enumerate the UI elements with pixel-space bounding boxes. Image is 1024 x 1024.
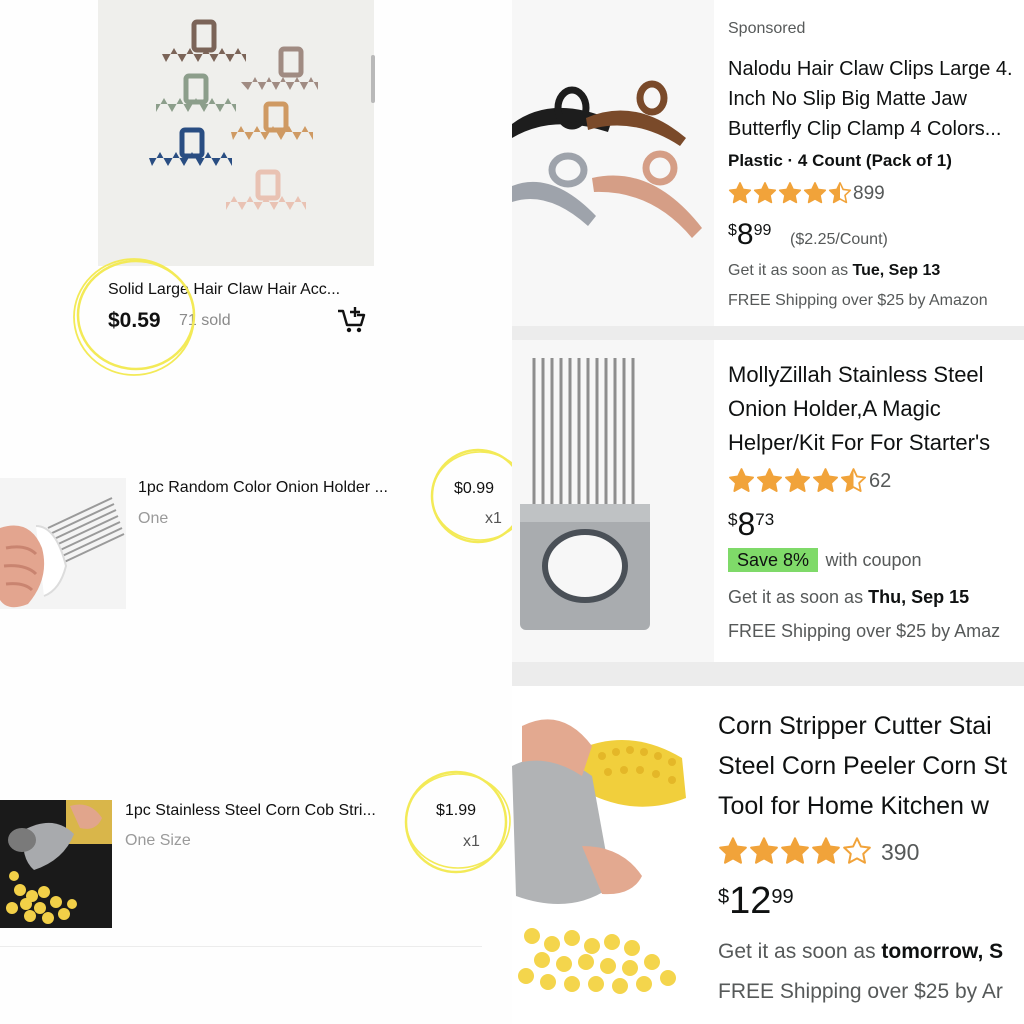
product-title-line[interactable]: MollyZillah Stainless Steel (728, 362, 984, 388)
sponsored-label: Sponsored (728, 20, 806, 37)
price-cents: 99 (771, 886, 794, 908)
product-title-line[interactable]: Steel Corn Peeler Corn St (718, 752, 1007, 781)
star-empty-icon (843, 837, 871, 864)
product-title-line[interactable]: Onion Holder,A Magic (728, 396, 941, 422)
price-whole: 8 (737, 506, 756, 542)
price-whole: 12 (729, 880, 772, 922)
product-title-line[interactable]: Corn Stripper Cutter Stai (718, 712, 992, 741)
star-full-icon (729, 468, 754, 492)
product-title[interactable]: 1pc Random Color Onion Holder ... (138, 479, 388, 497)
card-separator (512, 662, 1024, 686)
add-to-cart-button[interactable] (336, 305, 368, 335)
price: $873 (728, 506, 774, 543)
star-full-icon (785, 468, 810, 492)
product-title[interactable]: Solid Large Hair Claw Hair Acc... (108, 281, 340, 299)
star-full-icon (719, 837, 747, 864)
product-title-line[interactable]: Nalodu Hair Claw Clips Large 4. (728, 58, 1013, 81)
price-cents: 99 (753, 222, 772, 239)
highlight-circle (404, 770, 511, 874)
review-count[interactable]: 390 (881, 839, 919, 866)
delivery-info: Get it as soon as tomorrow, S (718, 940, 1003, 964)
delivery-prefix: Get it as soon as (728, 262, 853, 279)
variant-label: One (138, 510, 169, 527)
star-full-icon (803, 182, 827, 204)
image-scrollbar[interactable] (371, 55, 375, 103)
add-to-cart-icon (338, 307, 366, 333)
delivery-date: Thu, Sep 15 (868, 587, 970, 607)
delivery-prefix: Get it as soon as (718, 940, 882, 963)
coupon-suffix: with coupon (825, 550, 922, 570)
shipping-info: FREE Shipping over $25 by Amaz (728, 621, 1001, 641)
product-price: $1.99 (436, 802, 477, 819)
price-symbol: $ (718, 886, 730, 908)
star-full-icon (778, 182, 802, 204)
coupon-row: Save 8% with coupon (728, 548, 922, 572)
onion-holder-image[interactable] (0, 478, 126, 609)
price: $1299 (718, 880, 794, 923)
star-half-icon (841, 468, 866, 492)
price: $899 (728, 218, 771, 252)
delivery-info: Get it as soon as Tue, Sep 13 (728, 262, 940, 280)
star-full-icon (753, 182, 777, 204)
onion-holder-image[interactable] (512, 340, 714, 662)
shipping-info: FREE Shipping over $25 by Amazon (728, 292, 988, 309)
hair-claw-illustration (149, 19, 318, 210)
price-whole: 8 (736, 218, 754, 251)
corn-stripper-image[interactable] (512, 686, 706, 1024)
hair-claw-product-image[interactable] (98, 0, 374, 266)
price-symbol: $ (728, 510, 738, 529)
price-cents: 73 (755, 510, 775, 529)
price-symbol: $ (728, 222, 737, 239)
review-count[interactable]: 899 (853, 183, 885, 205)
unit-price: ($2.25/Count) (790, 231, 888, 248)
card-separator (512, 326, 1024, 340)
variant-label: One Size (125, 832, 191, 849)
delivery-prefix: Get it as soon as (728, 587, 869, 607)
star-full-icon (757, 468, 782, 492)
star-rating[interactable] (728, 181, 853, 205)
product-title[interactable]: 1pc Stainless Steel Corn Cob Stri... (125, 802, 376, 820)
coupon-badge[interactable]: Save 8% (728, 548, 819, 572)
star-full-icon (750, 837, 778, 864)
review-count[interactable]: 62 (869, 470, 891, 493)
star-half-icon (828, 182, 852, 204)
delivery-info: Get it as soon as Thu, Sep 15 (728, 587, 969, 608)
hair-claw-clips-image[interactable] (512, 0, 714, 326)
quantity-label: x1 (463, 833, 480, 850)
star-rating[interactable] (728, 467, 868, 494)
delivery-date: Tue, Sep 13 (852, 262, 941, 279)
quantity-label: x1 (485, 510, 502, 527)
star-full-icon (813, 468, 838, 492)
product-price: $0.99 (454, 480, 495, 497)
left-order-list: Solid Large Hair Claw Hair Acc... $0.59 … (0, 0, 529, 1024)
product-title-line[interactable]: Tool for Home Kitchen w (718, 792, 989, 821)
star-full-icon (728, 182, 752, 204)
list-divider (0, 946, 482, 947)
delivery-date: tomorrow, S (881, 940, 1004, 963)
star-full-icon (812, 837, 840, 864)
corn-stripper-image[interactable] (0, 800, 112, 928)
product-title-line[interactable]: Inch No Slip Big Matte Jaw (728, 88, 967, 111)
sold-count: 71 sold (179, 312, 231, 329)
star-rating[interactable] (718, 836, 873, 866)
product-title-line[interactable]: Helper/Kit For For Starter's (728, 430, 990, 456)
star-full-icon (781, 837, 809, 864)
product-attributes: Plastic · 4 Count (Pack of 1) (728, 151, 952, 170)
shipping-info: FREE Shipping over $25 by Ar (718, 980, 1003, 1003)
product-title-line[interactable]: Butterfly Clip Clamp 4 Colors... (728, 118, 1001, 141)
product-price: $0.59 (108, 309, 161, 332)
